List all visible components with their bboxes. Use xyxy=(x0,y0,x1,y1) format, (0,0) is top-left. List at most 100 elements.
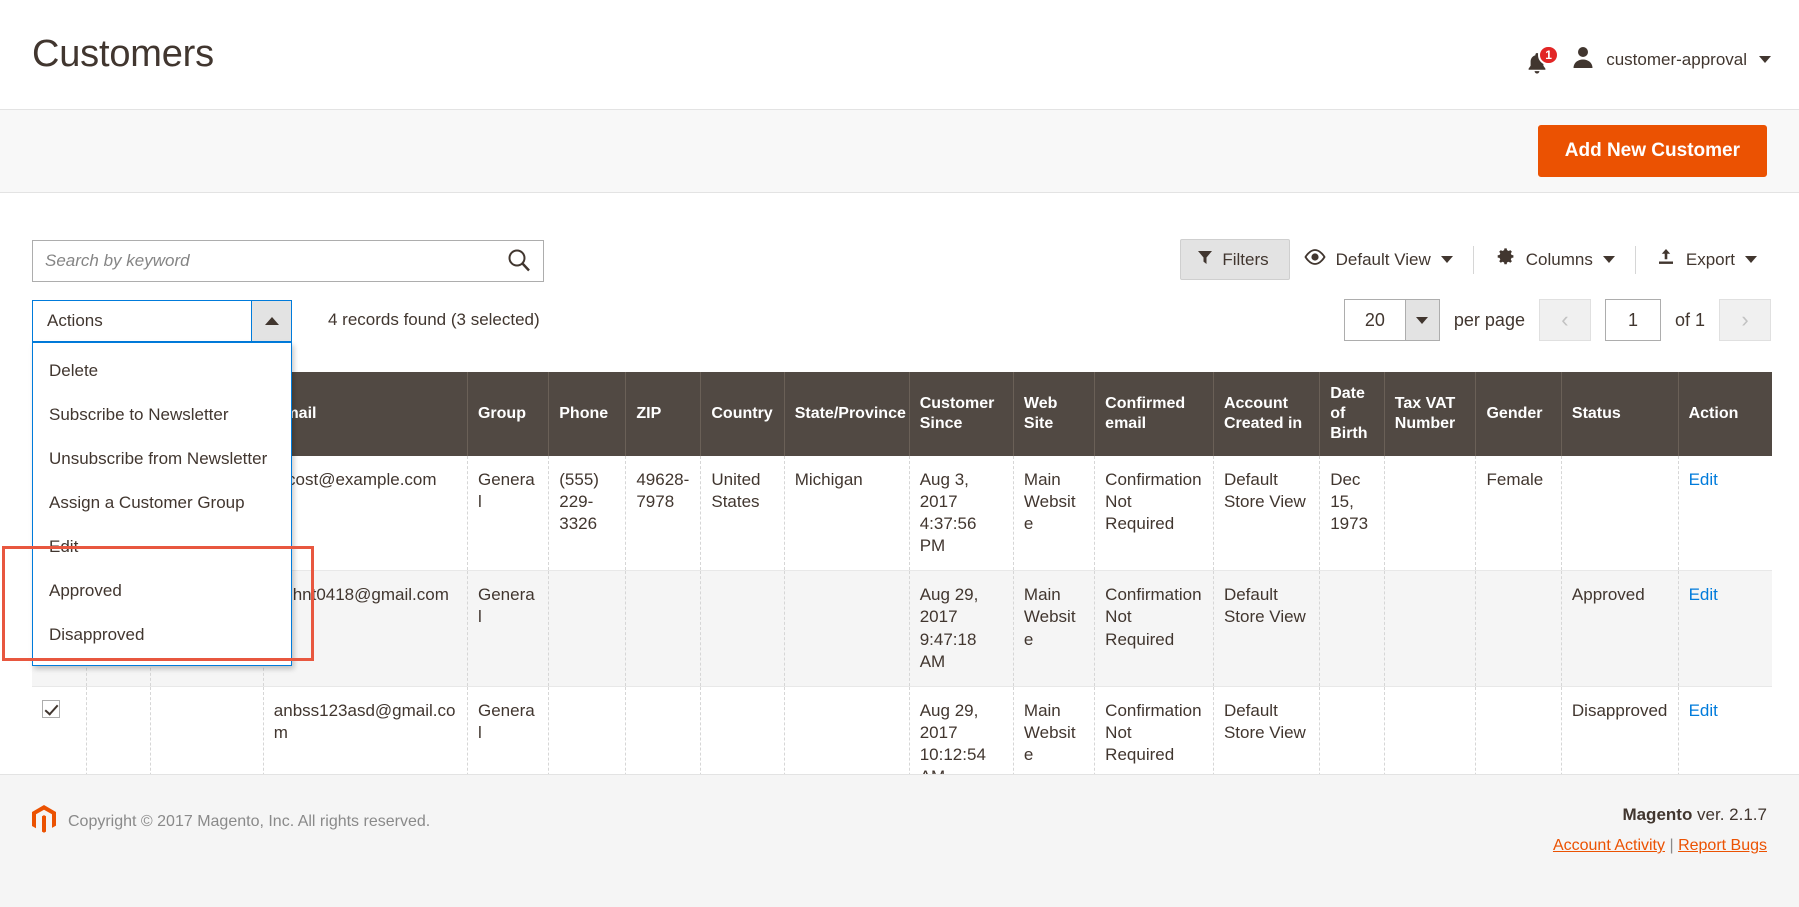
cell-tax-vat xyxy=(1384,570,1477,687)
grid-actions-row: Actions 4 records found (3 selected) 20 … xyxy=(0,299,1799,346)
search-button[interactable] xyxy=(495,241,543,281)
chevron-left-icon: ‹ xyxy=(1561,307,1569,332)
version-label: ver. 2.1.7 xyxy=(1692,805,1767,824)
chevron-down-icon xyxy=(1440,256,1453,263)
edit-link[interactable]: Edit xyxy=(1689,585,1718,604)
gear-icon xyxy=(1494,246,1516,273)
cell-state: Michigan xyxy=(784,456,910,572)
mass-actions-dropdown-menu[interactable]: Delete Subscribe to Newsletter Unsubscribe… xyxy=(32,342,292,666)
actions-menu-item-edit[interactable]: Edit xyxy=(33,525,291,569)
search-icon xyxy=(506,247,532,276)
per-page-toggle[interactable] xyxy=(1404,300,1439,340)
table-row[interactable]: anhnt0418@gmail.com General Aug 29, 2017 9… xyxy=(32,570,1772,687)
next-page-button[interactable]: › xyxy=(1719,299,1771,341)
report-bugs-link[interactable]: Report Bugs xyxy=(1678,837,1767,854)
actions-label: Actions xyxy=(47,311,103,330)
grid-toolbar: Filters Default View Columns Export xyxy=(1180,238,1771,281)
cell-action: Edit xyxy=(1678,456,1772,572)
cell-gender: Female xyxy=(1475,456,1562,572)
actions-toggle-button[interactable] xyxy=(251,301,291,341)
column-header[interactable]: Status xyxy=(1561,372,1679,456)
footer-link-separator: | xyxy=(1669,837,1674,854)
chevron-up-icon xyxy=(264,317,279,325)
cell-group: General xyxy=(467,570,550,687)
cell-state xyxy=(784,570,910,687)
column-header[interactable]: State/Province xyxy=(784,372,910,456)
cell-zip: 49628-7978 xyxy=(625,456,702,572)
page-header: Customers 1 customer-approval xyxy=(0,0,1799,110)
edit-link[interactable]: Edit xyxy=(1689,470,1718,489)
cell-email: i_cost@example.com xyxy=(263,456,468,572)
column-header[interactable]: Tax VAT Number xyxy=(1384,372,1477,456)
add-new-customer-button[interactable]: Add New Customer xyxy=(1537,125,1767,177)
actions-menu-item-approved[interactable]: Approved xyxy=(33,569,291,613)
search-input[interactable] xyxy=(33,241,495,281)
column-header[interactable]: Web Site xyxy=(1013,372,1096,456)
columns-label: Columns xyxy=(1525,249,1593,269)
column-header[interactable]: Country xyxy=(700,372,785,456)
chevron-down-icon xyxy=(1416,316,1429,324)
footer-right-block: Magento ver. 2.1.7 Account Activity | Re… xyxy=(1553,805,1767,855)
per-page-select[interactable]: 20 xyxy=(1343,299,1440,341)
previous-page-button[interactable]: ‹ xyxy=(1538,299,1591,341)
magento-label: Magento xyxy=(1622,805,1693,824)
current-page-input[interactable] xyxy=(1604,299,1661,341)
actions-menu-item-subscribe-to-newsletter[interactable]: Subscribe to Newsletter xyxy=(33,393,291,437)
per-page-label: per page xyxy=(1453,309,1525,330)
column-header[interactable]: ZIP xyxy=(625,372,702,456)
account-activity-link[interactable]: Account Activity xyxy=(1553,837,1665,854)
grid-header-row: IDNameEmailGroupPhoneZIPCountryState/Pro… xyxy=(32,372,1772,456)
cell-web-site: Main Website xyxy=(1013,456,1096,572)
edit-link[interactable]: Edit xyxy=(1689,701,1718,720)
actions-menu-item-disapproved[interactable]: Disapproved xyxy=(33,613,291,657)
toolbar-divider xyxy=(1634,245,1636,274)
notifications-button[interactable]: 1 xyxy=(1524,44,1559,75)
page-title: Customers xyxy=(32,33,214,75)
cell-status xyxy=(1561,456,1679,572)
cell-phone: (555) 229-3326 xyxy=(548,456,627,572)
cell-zip xyxy=(625,570,702,687)
cell-dob xyxy=(1319,570,1385,687)
cell-tax-vat xyxy=(1384,456,1477,572)
row-checkbox[interactable] xyxy=(42,699,60,718)
mass-actions-select[interactable]: Actions xyxy=(32,300,292,342)
magento-logo-icon xyxy=(32,805,56,838)
column-header[interactable]: Phone xyxy=(548,372,627,456)
actions-menu-item-unsubscribe-from-newsletter[interactable]: Unsubscribe from Newsletter xyxy=(33,437,291,481)
column-header[interactable]: Confirmed email xyxy=(1094,372,1214,456)
default-view-label: Default View xyxy=(1335,249,1431,269)
header-right-tools: 1 customer-approval xyxy=(1524,44,1771,75)
column-header[interactable]: Gender xyxy=(1475,372,1562,456)
default-view-button[interactable]: Default View xyxy=(1290,241,1467,278)
user-account-menu[interactable]: customer-approval xyxy=(1570,44,1771,75)
page-footer: Copyright © 2017 Magento, Inc. All right… xyxy=(0,774,1799,907)
column-header[interactable]: Account Created in xyxy=(1213,372,1321,456)
pagination-controls: 20 per page ‹ of 1 › xyxy=(1343,299,1771,341)
search-by-keyword-box xyxy=(32,240,544,282)
footer-links: Account Activity | Report Bugs xyxy=(1553,837,1767,855)
magento-version: Magento ver. 2.1.7 xyxy=(1553,805,1767,825)
chevron-down-icon xyxy=(1602,256,1615,263)
page-actions-bar: Add New Customer xyxy=(0,110,1799,193)
copyright-block: Copyright © 2017 Magento, Inc. All right… xyxy=(32,805,1767,838)
column-header[interactable]: Email xyxy=(263,372,468,456)
columns-button[interactable]: Columns xyxy=(1480,238,1629,281)
column-header[interactable]: Group xyxy=(467,372,550,456)
table-row[interactable]: i_cost@example.com General (555) 229-3326 4… xyxy=(32,456,1772,572)
actions-menu-item-delete[interactable]: Delete xyxy=(33,349,291,393)
column-header[interactable]: Customer Since xyxy=(909,372,1014,456)
filters-label: Filters xyxy=(1222,249,1269,269)
total-pages-label: of 1 xyxy=(1674,309,1705,330)
cell-country: United States xyxy=(700,456,785,572)
column-header[interactable]: Action xyxy=(1678,372,1772,456)
filters-button[interactable]: Filters xyxy=(1180,239,1290,280)
cell-customer-since: Aug 29, 2017 9:47:18 AM xyxy=(909,570,1014,687)
chevron-down-icon xyxy=(1759,56,1771,63)
notification-count-badge: 1 xyxy=(1538,44,1559,65)
actions-menu-item-assign-a-customer-group[interactable]: Assign a Customer Group xyxy=(33,481,291,525)
column-header[interactable]: Date of Birth xyxy=(1319,372,1385,456)
records-found-label: 4 records found (3 selected) xyxy=(328,310,540,329)
export-button[interactable]: Export xyxy=(1642,239,1771,280)
cell-confirmed-email: Confirmation Not Required xyxy=(1094,570,1214,687)
cell-action: Edit xyxy=(1678,570,1772,687)
